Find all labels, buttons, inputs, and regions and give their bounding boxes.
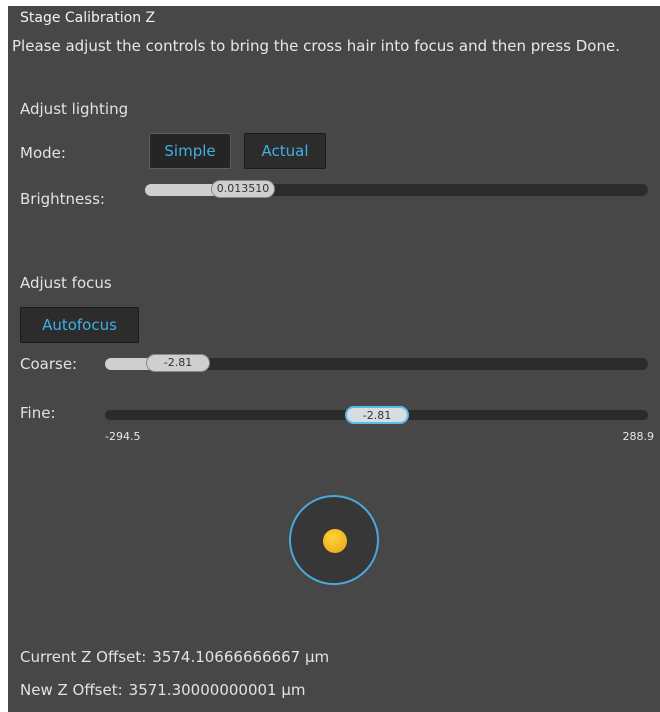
calibration-panel: Stage Calibration Z Please adjust the co… bbox=[8, 6, 660, 712]
fine-slider[interactable]: -2.81 bbox=[105, 406, 648, 424]
fine-slider-thumb[interactable]: -2.81 bbox=[345, 406, 409, 424]
current-z-offset-label: Current Z Offset: bbox=[20, 648, 147, 666]
brightness-slider[interactable]: 0.013510 bbox=[145, 180, 648, 198]
coarse-slider-thumb[interactable]: -2.81 bbox=[146, 354, 210, 372]
mode-actual-button[interactable]: Actual bbox=[244, 133, 326, 169]
instructions-text: Please adjust the controls to bring the … bbox=[12, 37, 620, 55]
mode-label: Mode: bbox=[20, 144, 66, 162]
focus-joystick[interactable] bbox=[289, 495, 379, 585]
dialog-title: Stage Calibration Z bbox=[20, 10, 156, 26]
joystick-knob[interactable] bbox=[323, 529, 347, 553]
lighting-heading: Adjust lighting bbox=[20, 100, 129, 118]
coarse-slider[interactable]: -2.81 bbox=[105, 354, 648, 372]
fine-label: Fine: bbox=[20, 404, 56, 422]
new-z-offset: New Z Offset: 3571.30000000001 µm bbox=[20, 681, 306, 699]
current-z-offset: Current Z Offset: 3574.10666666667 µm bbox=[20, 648, 329, 666]
new-z-offset-label: New Z Offset: bbox=[20, 681, 123, 699]
mode-simple-button[interactable]: Simple bbox=[149, 133, 231, 169]
brightness-label: Brightness: bbox=[20, 190, 105, 208]
fine-min-label: -294.5 bbox=[105, 430, 141, 443]
new-z-offset-value: 3571.30000000001 µm bbox=[128, 681, 306, 699]
focus-heading: Adjust focus bbox=[20, 274, 112, 292]
coarse-label: Coarse: bbox=[20, 355, 78, 373]
current-z-offset-value: 3574.10666666667 µm bbox=[152, 648, 330, 666]
fine-max-label: 288.9 bbox=[622, 430, 655, 443]
brightness-slider-thumb[interactable]: 0.013510 bbox=[211, 180, 275, 198]
autofocus-button[interactable]: Autofocus bbox=[20, 307, 139, 343]
